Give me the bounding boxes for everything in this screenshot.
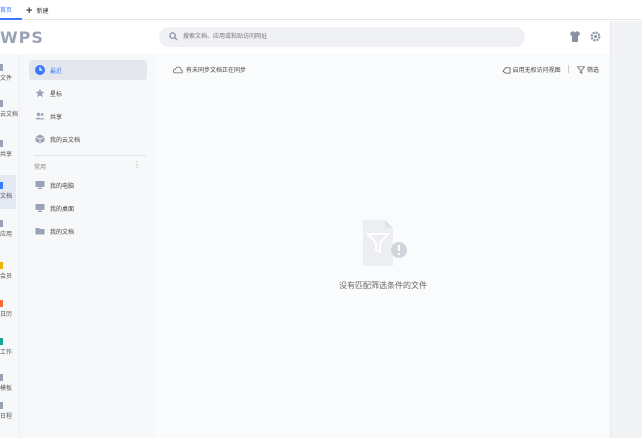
rail-item-docs[interactable]: 文档 <box>0 182 20 200</box>
cloud-sync-icon <box>172 66 183 74</box>
rail-item-work[interactable]: 工作 <box>0 338 20 356</box>
sidebar-item-recent[interactable]: 最近 <box>29 60 147 80</box>
sync-status[interactable]: 有未同步文档正在同步 <box>172 65 247 74</box>
sidebar-item-label: 我的桌面 <box>50 207 75 213</box>
rail-item-cloud[interactable]: 云文档 <box>0 100 20 118</box>
sidebar-item-my-computer[interactable]: 我的电脑 <box>29 175 147 195</box>
folder-icon <box>35 228 45 235</box>
app-rail: 文件 云文档 共享 文档 应用 会员 日历 工作 模板 日程 <box>0 54 20 438</box>
sidebar-item-label: 我的云文档 <box>50 138 81 144</box>
settings-icon[interactable] <box>590 31 601 42</box>
sidebar-item-shared[interactable]: 共享 <box>29 106 147 126</box>
rail-item-template[interactable]: 模板 <box>0 374 20 392</box>
rail-item-calendar[interactable]: 日历 <box>0 300 20 318</box>
rail-item-share[interactable]: 共享 <box>0 140 20 158</box>
sidebar-item-documents[interactable]: 我的文档 <box>29 221 147 241</box>
plus-icon: + <box>26 5 33 17</box>
sync-label: 有未同步文档正在同步 <box>186 68 247 74</box>
sidebar-item-cloud-docs[interactable]: 我的云文档 <box>29 129 147 149</box>
sidebar-item-label: 星标 <box>50 92 63 98</box>
skin-icon[interactable] <box>569 31 581 42</box>
people-icon <box>35 112 45 120</box>
sidebar-item-starred[interactable]: 星标 <box>29 83 147 103</box>
eye-off-icon <box>501 67 511 74</box>
computer-icon <box>35 181 45 189</box>
toolbar-divider <box>568 65 570 73</box>
main-content: 有未同步文档正在同步 启用无权访问视图 筛选 没有匹配筛选条件的文件 <box>156 54 610 438</box>
new-tab-label: 新建 <box>36 9 49 15</box>
more-icon[interactable]: ⋮ <box>133 160 141 169</box>
section-title: 常用 <box>34 165 47 171</box>
sidebar-item-desktop[interactable]: 我的桌面 <box>29 198 147 218</box>
header: WPS <box>0 21 610 54</box>
rail-item-apps[interactable]: 应用 <box>0 220 20 238</box>
empty-filter-icon <box>363 220 407 266</box>
search-input[interactable] <box>183 30 483 44</box>
sidebar: 最近 星标 共享 我的云文档 常用 ⋮ 我的电脑 我的桌面 我的文档 <box>20 54 156 438</box>
view-toggle-button[interactable]: 启用无权访问视图 <box>501 67 563 74</box>
app-logo: WPS <box>0 28 44 47</box>
tab-home-label: 首页 <box>0 8 13 14</box>
search-icon <box>169 32 178 41</box>
view-label: 启用无权访问视图 <box>512 68 561 74</box>
new-tab-button[interactable]: + 新建 <box>26 4 48 18</box>
star-icon <box>35 88 45 98</box>
filter-label: 筛选 <box>586 68 599 74</box>
filter-icon <box>576 66 586 74</box>
rail-item-schedule[interactable]: 日程 <box>0 402 20 420</box>
filter-button[interactable]: 筛选 <box>576 66 599 74</box>
sidebar-item-label: 我的文档 <box>50 230 75 236</box>
cube-icon <box>35 134 45 144</box>
right-panel <box>610 21 642 438</box>
tab-bar: 首页 + 新建 <box>0 0 642 20</box>
sidebar-divider <box>34 155 146 156</box>
desktop-icon <box>35 204 45 212</box>
tab-home[interactable]: 首页 <box>0 4 22 20</box>
rail-item-member[interactable]: 会员 <box>0 262 20 280</box>
search-bar[interactable] <box>159 27 525 47</box>
empty-state-text: 没有匹配筛选条件的文件 <box>339 281 427 290</box>
sidebar-item-label: 共享 <box>50 115 63 121</box>
sidebar-item-label: 我的电脑 <box>50 184 75 190</box>
toolbar: 启用无权访问视图 筛选 <box>501 65 599 74</box>
clock-icon <box>35 65 45 75</box>
rail-item-file[interactable]: 文件 <box>0 64 20 82</box>
sidebar-item-label: 最近 <box>50 69 63 75</box>
